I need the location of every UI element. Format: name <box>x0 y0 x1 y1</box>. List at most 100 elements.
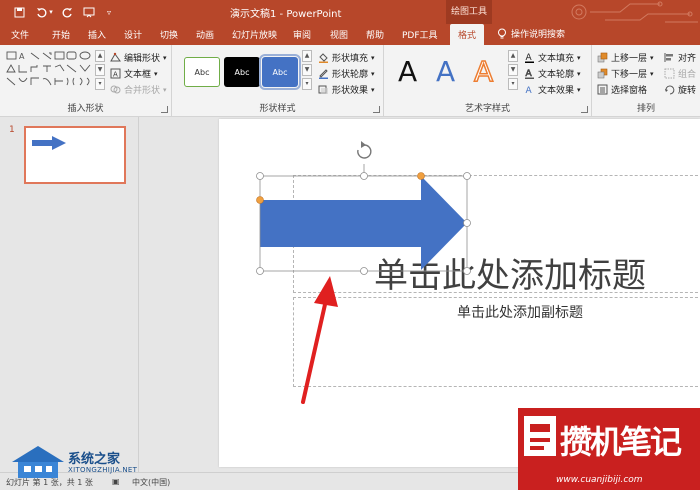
wordart-style-blue[interactable]: A <box>436 55 455 89</box>
cuanjibiji-title: 攒机笔记 <box>560 423 682 461</box>
xitongzhijia-title: 系统之家 <box>68 452 121 467</box>
group-button[interactable]: 组合 <box>664 67 696 80</box>
scroll-down-icon[interactable]: ▼ <box>508 64 518 76</box>
subtitle-placeholder[interactable]: 单击此处添加副标题 <box>293 297 700 387</box>
tab-slideshow[interactable]: 幻灯片放映 <box>232 28 277 41</box>
document-title: 演示文稿1 - PowerPoint <box>230 9 342 20</box>
shapes-scroll[interactable]: ▲ ▼ ▾ <box>95 50 105 90</box>
send-backward-button[interactable]: 下移一层 ▾ <box>597 67 654 80</box>
scroll-up-icon[interactable]: ▲ <box>95 50 105 62</box>
group-icon <box>664 68 675 79</box>
align-icon <box>664 53 673 62</box>
tab-home[interactable]: 开始 <box>52 28 70 41</box>
tab-help[interactable]: 帮助 <box>366 28 384 41</box>
ribbon-tabs: 文件 开始 插入 设计 切换 动画 幻灯片放映 审阅 视图 帮助 PDF工具 格… <box>0 24 700 45</box>
tab-transitions[interactable]: 切换 <box>160 28 178 41</box>
circuit-decoration-icon <box>571 1 698 23</box>
scroll-down-icon[interactable]: ▼ <box>95 64 105 76</box>
tab-pdf-tools[interactable]: PDF工具 <box>402 28 438 41</box>
send-backward-icon <box>597 68 608 79</box>
expand-gallery-icon[interactable]: ▾ <box>508 78 518 90</box>
insert-shapes-label: 插入形状 <box>67 104 104 114</box>
shape-style-outline[interactable]: Abc <box>184 57 220 87</box>
merge-shapes-icon <box>110 85 121 94</box>
text-fill-icon: A <box>525 53 534 63</box>
tab-animations[interactable]: 动画 <box>196 28 214 41</box>
subtitle-placeholder-text[interactable]: 单击此处添加副标题 <box>457 302 583 322</box>
text-outline-button[interactable]: A 文本轮廓 ▾ <box>524 67 581 80</box>
wordart-style-black[interactable]: A <box>398 55 417 89</box>
shape-styles-group: Abc Abc Abc ▲ ▼ ▾ 形状填充 ▾ 形状轮廓 ▾ 形状效果 ▾ 形状样式 <box>172 45 384 117</box>
text-effects-button[interactable]: A 文本效果 ▾ <box>524 83 581 97</box>
tab-review[interactable]: 审阅 <box>293 28 311 41</box>
scroll-down-icon[interactable]: ▼ <box>302 64 312 76</box>
redo-icon[interactable] <box>58 4 76 20</box>
undo-dropdown-icon[interactable]: ▾ <box>47 4 55 20</box>
tab-file[interactable]: 文件 <box>11 28 29 41</box>
cuanjibiji-url: www.cuanjibiji.com <box>556 475 643 485</box>
save-icon[interactable] <box>10 4 28 20</box>
ribbon: A ▲ ▼ ▾ 编辑形状 ▾ A 文本框 ▾ 合并形状 ▾ 插入形状 Abc A… <box>0 45 700 117</box>
text-fill-button[interactable]: A 文本填充 ▾ <box>524 51 581 64</box>
wordart-styles-group: A A A ▲ ▼ ▾ A 文本填充 ▾ A 文本轮廓 ▾ A 文本效果 ▾ 艺术字样… <box>384 45 592 117</box>
svg-text:A: A <box>19 52 25 61</box>
expand-gallery-icon[interactable]: ▾ <box>302 78 312 90</box>
edit-shape-icon <box>110 52 121 62</box>
bring-forward-icon <box>597 52 608 63</box>
shape-fill-button[interactable]: 形状填充 ▾ <box>318 51 375 64</box>
insert-shapes-launcher-icon[interactable] <box>161 106 168 113</box>
title-placeholder[interactable]: 单击此处添加标题 <box>293 175 700 296</box>
title-placeholder-text[interactable]: 单击此处添加标题 <box>374 248 646 297</box>
arrange-group: 上移一层 ▾ 下移一层 ▾ 选择窗格 对齐 组合 旋转 排列 <box>592 45 700 117</box>
edit-shape-button[interactable]: 编辑形状 ▾ <box>110 51 167 64</box>
tab-format[interactable]: 格式 <box>450 24 485 45</box>
title-bar: ▾ ▿ 演示文稿1 - PowerPoint 绘图工具 <box>0 0 700 24</box>
search-label: 操作说明搜索 <box>511 30 566 40</box>
shape-styles-launcher-icon[interactable] <box>373 106 380 113</box>
xitongzhijia-url: XITONGZHIJIA.NET <box>68 466 138 474</box>
svg-text:A: A <box>113 71 118 79</box>
selection-pane-button[interactable]: 选择窗格 <box>597 83 647 96</box>
svg-text:A: A <box>526 86 533 95</box>
shape-style-black[interactable]: Abc <box>224 57 260 87</box>
text-effects-icon: A <box>526 86 533 95</box>
arrow-shape-thumbnail-icon <box>32 136 66 150</box>
paint-bucket-icon <box>319 53 328 63</box>
text-outline-icon: A <box>525 69 534 79</box>
bring-forward-button[interactable]: 上移一层 ▾ <box>597 51 654 64</box>
wordart-styles-label: 艺术字样式 <box>464 104 510 114</box>
wordart-launcher-icon[interactable] <box>581 106 588 113</box>
shape-effects-icon <box>318 85 328 94</box>
wordart-style-orange-outline[interactable]: A <box>473 54 494 89</box>
slide-number: 1 <box>9 125 15 135</box>
drawing-tools-label: 绘图工具 <box>446 0 492 24</box>
slide-thumbnail-pane: 1 <box>0 117 139 472</box>
tab-insert[interactable]: 插入 <box>88 28 106 41</box>
shape-outline-button[interactable]: 形状轮廓 ▾ <box>318 67 375 80</box>
wordart-scroll[interactable]: ▲ ▼ ▾ <box>508 50 518 90</box>
start-slideshow-icon[interactable] <box>80 4 98 20</box>
tab-design[interactable]: 设计 <box>124 28 142 41</box>
scroll-up-icon[interactable]: ▲ <box>508 50 518 62</box>
text-box-icon: A <box>110 68 121 79</box>
shape-styles-scroll[interactable]: ▲ ▼ ▾ <box>302 50 312 90</box>
expand-gallery-icon[interactable]: ▾ <box>95 78 105 90</box>
arrange-label: 排列 <box>636 104 655 114</box>
tab-view[interactable]: 视图 <box>330 28 348 41</box>
shape-style-blue[interactable]: Abc <box>259 54 301 90</box>
selection-pane-icon <box>597 84 608 95</box>
scroll-up-icon[interactable]: ▲ <box>302 50 312 62</box>
align-button[interactable]: 对齐 <box>664 51 696 64</box>
customize-icon[interactable]: ▿ <box>100 4 118 20</box>
tell-me-search[interactable]: 操作说明搜索 <box>497 27 565 40</box>
shapes-gallery-icon[interactable]: A <box>6 51 106 91</box>
cuanjibiji-logo-icon <box>524 416 556 456</box>
lightbulb-icon <box>498 28 506 38</box>
shape-effects-button[interactable]: 形状效果 ▾ <box>318 83 375 96</box>
pen-icon <box>319 69 328 79</box>
rotate-button[interactable]: 旋转 <box>664 83 696 96</box>
slide-thumbnail[interactable] <box>24 126 126 184</box>
text-box-button[interactable]: A 文本框 ▾ <box>110 67 158 80</box>
merge-shapes-button[interactable]: 合并形状 ▾ <box>110 83 167 96</box>
rotate-icon <box>665 85 675 95</box>
